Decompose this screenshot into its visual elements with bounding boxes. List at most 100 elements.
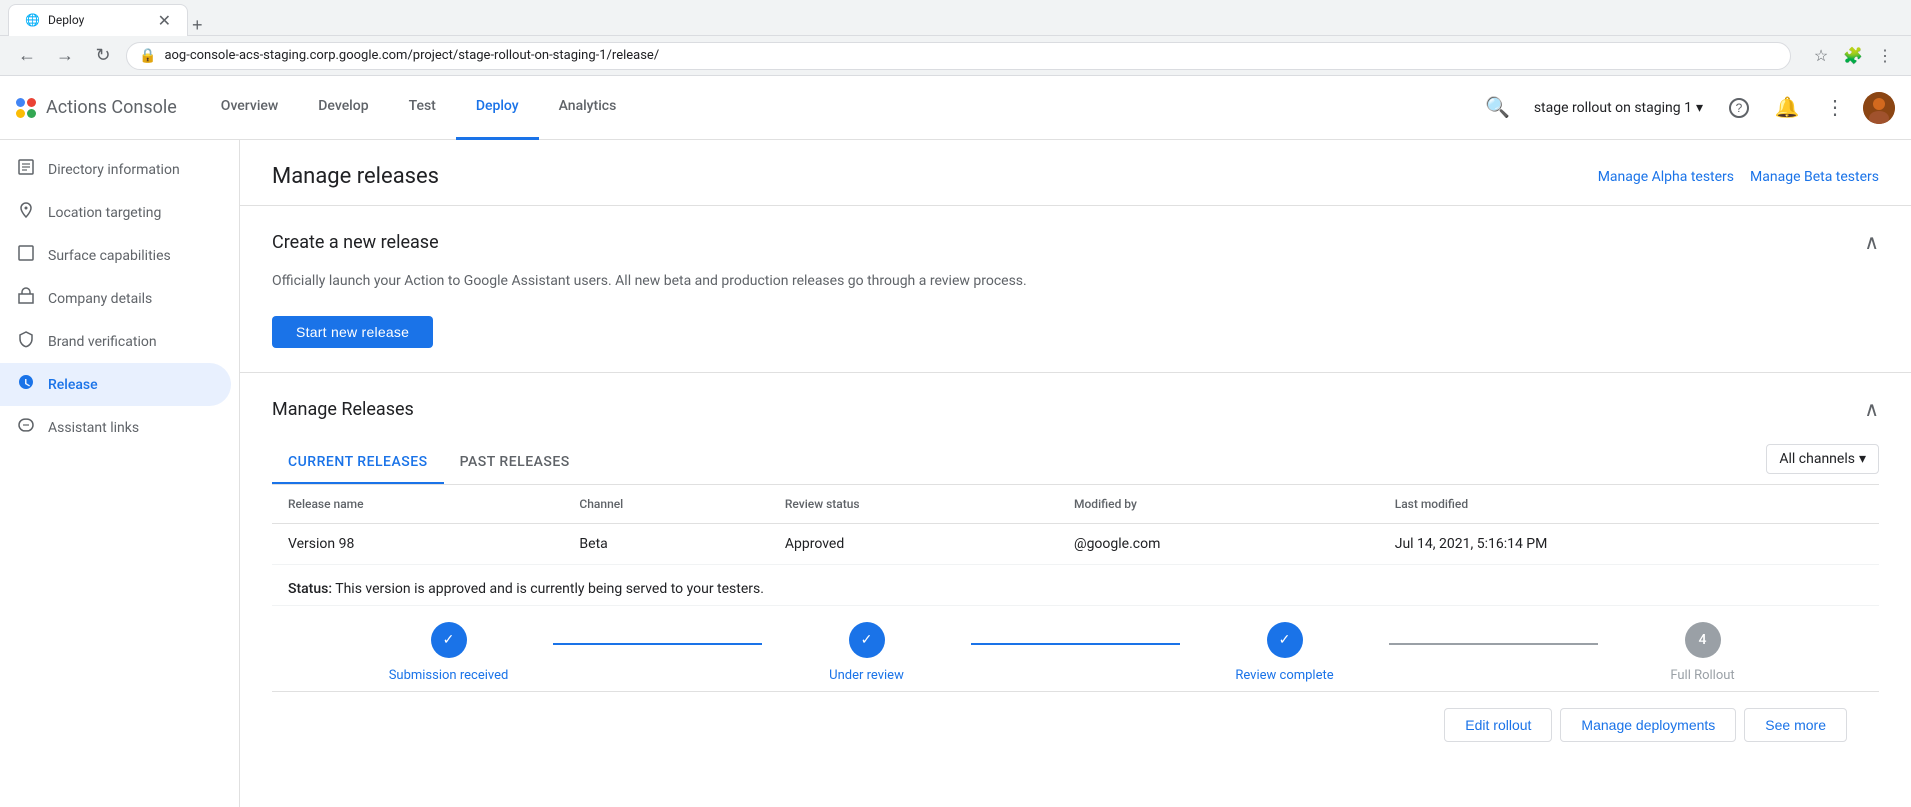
col-modified-by: Modified by <box>1058 485 1379 524</box>
sidebar-item-brand-verification[interactable]: Brand verification <box>0 320 231 363</box>
page-title: Manage releases <box>272 164 439 189</box>
more-vert-button[interactable]: ⋮ <box>1815 88 1855 128</box>
col-release-name: Release name <box>272 485 563 524</box>
sidebar-label-company-details: Company details <box>48 291 152 307</box>
address-text: aog-console-acs-staging.corp.google.com/… <box>164 48 1778 63</box>
manage-beta-testers-link[interactable]: Manage Beta testers <box>1750 169 1879 185</box>
dot-green <box>27 109 36 118</box>
col-last-modified: Last modified <box>1379 485 1879 524</box>
tab-title: Deploy <box>48 13 84 27</box>
chevron-down-icon: ▾ <box>1696 100 1703 116</box>
cell-review-status: Approved <box>769 524 1058 565</box>
more-button[interactable]: ⋮ <box>1871 42 1899 70</box>
assistant-links-icon <box>16 416 36 439</box>
google-logo <box>16 98 38 118</box>
sidebar-label-assistant-links: Assistant links <box>48 420 139 436</box>
reload-button[interactable]: ↻ <box>88 41 118 71</box>
nav-item-deploy[interactable]: Deploy <box>456 76 539 140</box>
tab-current-releases[interactable]: CURRENT RELEASES <box>272 442 444 484</box>
connector-1 <box>553 643 762 645</box>
status-description: This version is approved and is currentl… <box>335 581 764 597</box>
expanded-row: Status: This version is approved and is … <box>272 565 1879 606</box>
connector-2 <box>971 643 1180 645</box>
project-selector[interactable]: stage rollout on staging 1 ▾ <box>1526 96 1711 120</box>
chevron-up-icon: ∧ <box>1864 232 1879 254</box>
nav-item-overview[interactable]: Overview <box>201 76 298 140</box>
create-release-collapse-button[interactable]: ∧ <box>1864 230 1879 255</box>
connector-3 <box>1389 643 1598 645</box>
sidebar-item-company-details[interactable]: Company details <box>0 277 231 320</box>
tab-close-button[interactable]: ✕ <box>158 11 171 30</box>
step-label-review-complete[interactable]: Review complete <box>1235 668 1333 683</box>
sidebar-label-surface-capabilities: Surface capabilities <box>48 248 171 264</box>
nav-item-analytics[interactable]: Analytics <box>539 76 637 140</box>
see-more-button[interactable]: See more <box>1744 708 1847 742</box>
manage-releases-header: Manage Releases ∧ <box>272 397 1879 422</box>
check-icon-submission: ✓ <box>443 632 455 648</box>
dot-blue <box>16 98 25 107</box>
manage-releases-title: Manage Releases <box>272 399 414 420</box>
brand-verification-icon <box>16 330 36 353</box>
check-icon-review-complete: ✓ <box>1279 632 1291 648</box>
search-button[interactable]: 🔍 <box>1478 88 1518 128</box>
page-header: Manage releases Manage Alpha testers Man… <box>240 140 1911 205</box>
header-right: 🔍 stage rollout on staging 1 ▾ ? 🔔 ⋮ <box>1478 88 1895 128</box>
notifications-icon: 🔔 <box>1775 95 1800 120</box>
extension-button[interactable]: 🧩 <box>1839 42 1867 70</box>
steps-row: ✓ Submission received ✓ Under review <box>344 622 1807 683</box>
sidebar-item-assistant-links[interactable]: Assistant links <box>0 406 231 449</box>
release-icon <box>16 373 36 396</box>
channel-dropdown[interactable]: All channels ▾ <box>1766 444 1879 474</box>
sidebar-item-release[interactable]: Release <box>0 363 231 406</box>
sidebar-item-surface-capabilities[interactable]: Surface capabilities <box>0 234 231 277</box>
app-header: Actions Console Overview Develop Test De… <box>0 76 1911 140</box>
edit-rollout-button[interactable]: Edit rollout <box>1444 708 1552 742</box>
releases-table: Release name Channel Review status Modif… <box>272 485 1879 606</box>
manage-releases-collapse-button[interactable]: ∧ <box>1864 397 1879 422</box>
dot-red <box>27 98 36 107</box>
manage-alpha-testers-link[interactable]: Manage Alpha testers <box>1598 169 1734 185</box>
header-nav: Overview Develop Test Deploy Analytics <box>201 76 1478 140</box>
col-channel: Channel <box>563 485 768 524</box>
table-row[interactable]: Version 98 Beta Approved @google.com Jul… <box>272 524 1879 565</box>
step-full-rollout: 4 Full Rollout <box>1598 622 1807 683</box>
cell-channel: Beta <box>563 524 768 565</box>
status-label: Status: <box>288 581 332 597</box>
create-release-title: Create a new release <box>272 232 439 253</box>
cell-release-name: Version 98 <box>272 524 563 565</box>
help-button[interactable]: ? <box>1719 88 1759 128</box>
star-button[interactable]: ☆ <box>1807 42 1835 70</box>
back-button[interactable]: ← <box>12 41 42 71</box>
notifications-button[interactable]: 🔔 <box>1767 88 1807 128</box>
browser-tab[interactable]: 🌐 Deploy ✕ <box>8 4 188 36</box>
nav-item-test[interactable]: Test <box>389 76 456 140</box>
step-under-review: ✓ Under review <box>762 622 971 683</box>
new-tab-button[interactable]: + <box>188 15 207 36</box>
step-label-submission[interactable]: Submission received <box>389 668 509 683</box>
channel-dropdown-label: All channels <box>1779 451 1855 467</box>
lock-icon: 🔒 <box>139 48 156 64</box>
step-circle-submission: ✓ <box>431 622 467 658</box>
avatar-image <box>1863 92 1895 124</box>
start-new-release-button[interactable]: Start new release <box>272 316 433 348</box>
sidebar-item-location-targeting[interactable]: Location targeting <box>0 191 231 234</box>
sidebar-item-directory-information[interactable]: Directory information <box>0 148 231 191</box>
tab-past-releases[interactable]: PAST RELEASES <box>444 442 586 484</box>
page-header-actions: Manage Alpha testers Manage Beta testers <box>1598 169 1879 185</box>
manage-deployments-button[interactable]: Manage deployments <box>1560 708 1736 742</box>
forward-button[interactable]: → <box>50 41 80 71</box>
help-icon: ? <box>1729 98 1749 118</box>
address-bar[interactable]: 🔒 aog-console-acs-staging.corp.google.co… <box>126 42 1791 70</box>
step-circle-review-complete: ✓ <box>1267 622 1303 658</box>
status-text: Status: This version is approved and is … <box>288 581 764 597</box>
step-label-full-rollout: Full Rollout <box>1670 668 1734 683</box>
create-release-description: Officially launch your Action to Google … <box>272 271 1879 292</box>
sidebar-label-location-targeting: Location targeting <box>48 205 161 221</box>
step-label-under-review[interactable]: Under review <box>829 668 904 683</box>
expanded-cell: Status: This version is approved and is … <box>272 565 1879 606</box>
nav-item-develop[interactable]: Develop <box>298 76 388 140</box>
chevron-up-icon-2: ∧ <box>1864 399 1879 421</box>
avatar[interactable] <box>1863 92 1895 124</box>
main-layout: Directory information Location targeting… <box>0 140 1911 807</box>
cell-last-modified: Jul 14, 2021, 5:16:14 PM <box>1379 524 1879 565</box>
